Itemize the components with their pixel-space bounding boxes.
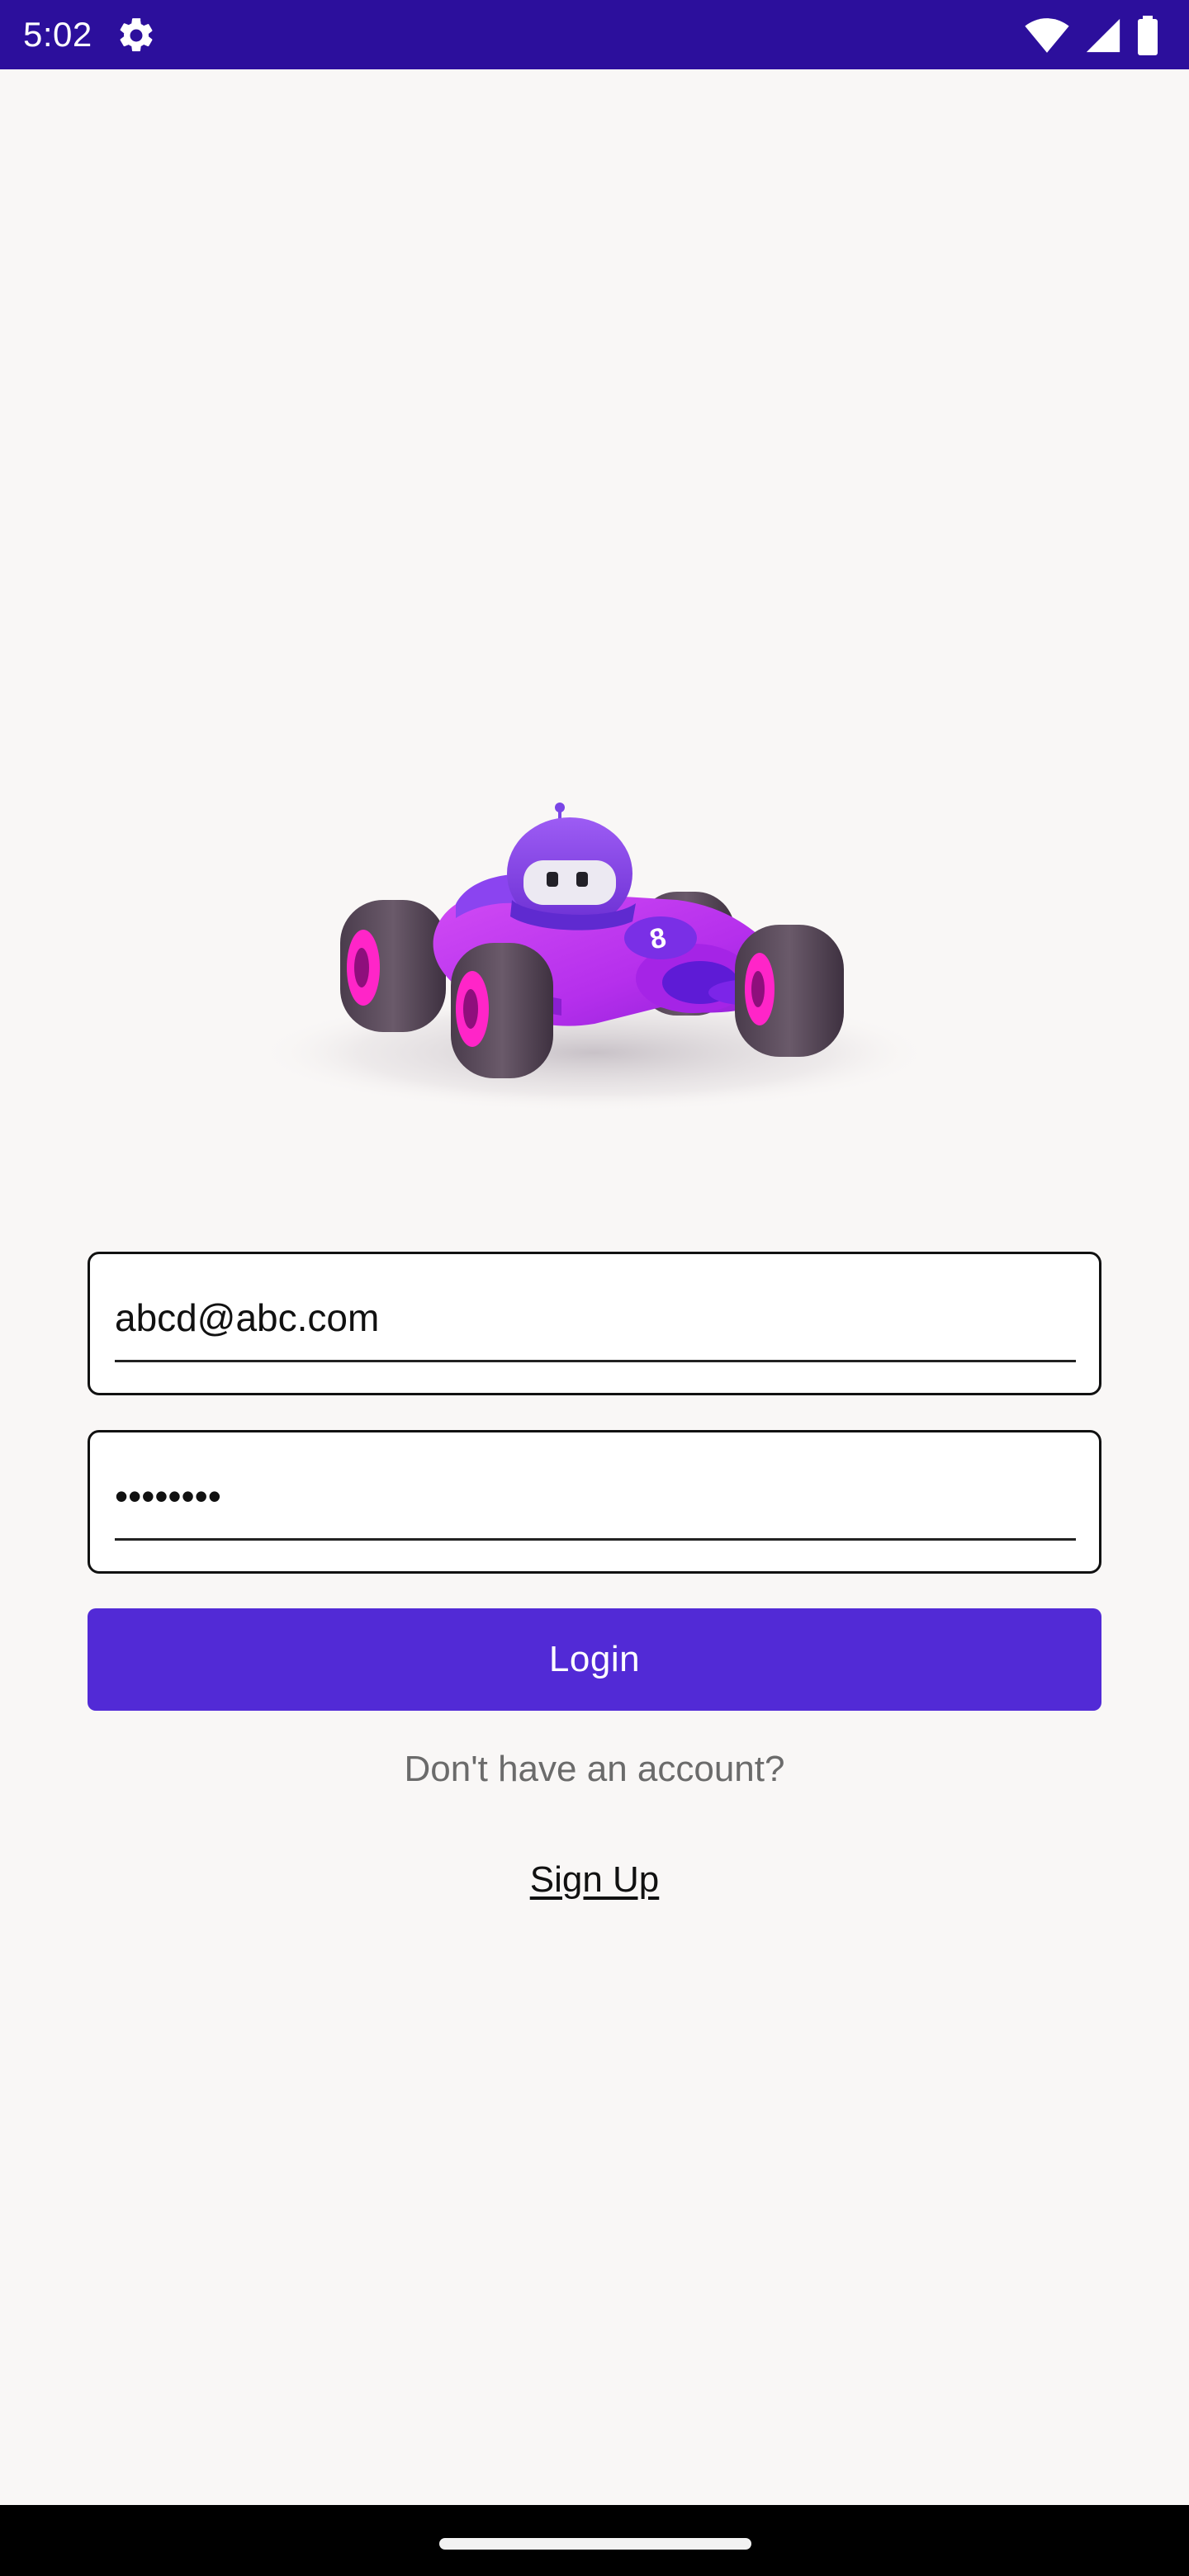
login-button[interactable]: Login	[88, 1608, 1101, 1711]
race-car-illustration: 8	[256, 803, 933, 1112]
navigation-bar	[0, 2505, 1189, 2576]
email-underline	[115, 1360, 1076, 1362]
password-field[interactable]: ••••••••	[88, 1430, 1101, 1574]
email-field[interactable]: abcd@abc.com	[88, 1252, 1101, 1395]
home-indicator[interactable]	[439, 2538, 751, 2550]
cellular-signal-icon	[1086, 18, 1120, 53]
status-time: 5:02	[23, 15, 92, 54]
front-right-wheel	[735, 925, 844, 1057]
signup-link[interactable]: Sign Up	[530, 1859, 660, 1900]
settings-gear-icon	[120, 18, 153, 52]
email-value[interactable]: abcd@abc.com	[115, 1294, 379, 1342]
wifi-icon	[1025, 18, 1069, 53]
status-bar: 5:02	[0, 0, 1189, 69]
status-icons	[1024, 15, 1159, 56]
rear-left-wheel	[340, 900, 446, 1032]
no-account-text: Don't have an account?	[404, 1749, 785, 1789]
password-value[interactable]: ••••••••	[115, 1472, 221, 1520]
signup-link-container: Sign Up	[0, 1859, 1189, 1901]
password-underline	[115, 1538, 1076, 1541]
front-left-wheel	[451, 943, 553, 1078]
battery-icon	[1138, 16, 1158, 55]
